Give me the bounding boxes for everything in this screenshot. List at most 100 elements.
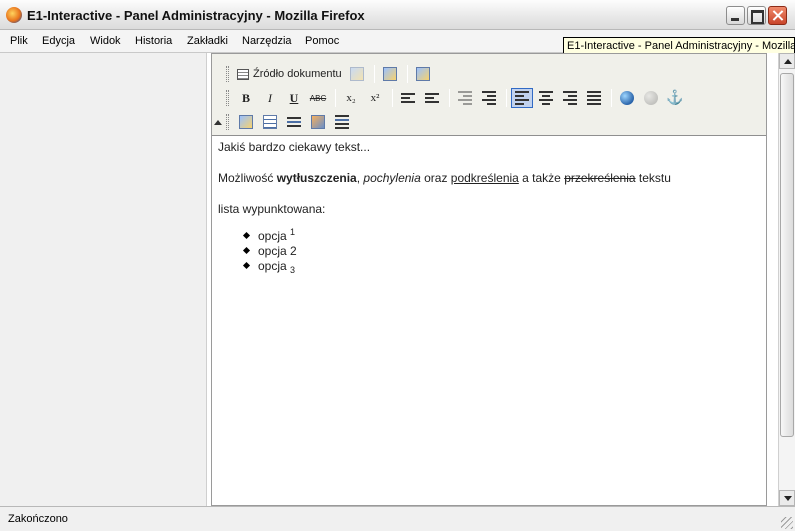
toolbar-separator [373,65,375,83]
table-button[interactable] [259,112,281,132]
paragraph-1: Jakiś bardzo ciekawy tekst... [218,140,371,154]
bold-button[interactable]: B [235,88,257,108]
italic-button[interactable]: I [259,88,281,108]
decrease-indent-button[interactable] [454,88,476,108]
resize-grip-icon[interactable] [781,517,793,529]
text-middle: oraz [420,171,451,185]
text-end: tekstu [635,171,671,185]
special-object-button[interactable] [307,112,329,132]
text-intro: Możliwość [218,171,277,185]
source-document-icon [237,68,249,80]
toolbar-separator [506,89,507,107]
menu-file[interactable]: Plik [10,35,28,47]
menu-help[interactable]: Pomoc [305,35,339,47]
window-title: E1-Interactive - Panel Administracyjny -… [27,8,365,23]
anchor-icon: ⚓ [666,90,684,106]
italic-text: pochylenia [363,171,421,185]
toolbar-grip-icon [226,114,229,130]
paste-word-button[interactable] [412,64,434,84]
superscript-text: 1 [290,227,296,237]
decrease-indent-icon [458,91,472,105]
text-also: a także [518,171,565,185]
bullet-list-button[interactable] [421,88,443,108]
maximize-button[interactable] [747,6,766,25]
toolbar-row-3 [226,111,355,133]
toolbar-grip-icon [226,66,229,82]
superscript-button[interactable]: x² [364,88,386,108]
menu-bookmarks[interactable]: Zakładki [187,35,228,47]
scroll-down-icon[interactable] [779,490,795,506]
align-right-icon [563,91,577,105]
scroll-up-icon[interactable] [779,53,795,69]
page-content: Źródło dokumentu B I U ABC x₂ x² ⚓ Jakiś… [0,53,795,506]
page-break-icon [335,115,349,129]
print-button[interactable] [346,64,368,84]
source-document-label: Źródło dokumentu [253,68,342,80]
left-pane [0,53,207,506]
horizontal-rule-button[interactable] [283,112,305,132]
toolbar-separator [611,89,612,107]
strikethrough-text: przekreślenia [564,171,636,185]
anchor-button[interactable]: ⚓ [664,88,686,108]
increase-indent-button[interactable] [478,88,500,108]
list-heading: lista wypunktowana: [218,202,326,216]
special-object-icon [311,115,325,129]
table-icon [263,115,277,129]
toolbar-separator [449,89,450,107]
toolbar-row-1: Źródło dokumentu [226,63,436,85]
menu-tools[interactable]: Narzędzia [242,35,292,47]
align-center-button[interactable] [535,88,557,108]
strikethrough-button[interactable]: ABC [307,88,329,108]
close-button[interactable] [768,6,787,25]
bullet-list: opcja 1 opcja 2 opcja 3 [258,227,758,275]
unlink-icon [644,91,658,105]
menu-view[interactable]: Widok [90,35,121,47]
editor-toolbar: Źródło dokumentu B I U ABC x₂ x² ⚓ [212,54,766,136]
image-button[interactable] [235,112,257,132]
list-item-text: opcja [258,229,291,243]
align-right-button[interactable] [559,88,581,108]
minimize-button[interactable] [726,6,745,25]
toolbar-separator [392,89,393,107]
preview-button[interactable] [379,64,401,84]
toolbar-separator [406,65,408,83]
unlink-button[interactable] [640,88,662,108]
link-icon [620,91,634,105]
increase-indent-icon [482,91,496,105]
toolbar-grip-icon [226,90,229,106]
underline-button[interactable]: U [283,88,305,108]
status-text: Zakończono [8,513,68,525]
toolbar-separator [335,89,336,107]
horizontal-rule-icon [287,117,301,127]
list-item-text: opcja [258,259,291,273]
bold-text: wytłuszczenia [276,171,357,185]
title-bar: E1-Interactive - Panel Administracyjny -… [0,0,795,30]
vertical-scrollbar[interactable] [778,53,795,506]
preview-icon [382,67,397,81]
firefox-icon [6,7,22,23]
print-icon [349,67,364,81]
align-left-button[interactable] [511,88,533,108]
paste-word-icon [415,67,430,81]
align-center-icon [539,91,553,105]
menu-history[interactable]: Historia [135,35,172,47]
status-bar: Zakończono [0,506,795,531]
menu-edit[interactable]: Edycja [42,35,75,47]
list-item: opcja 2 [258,244,758,259]
subscript-button[interactable]: x₂ [340,88,362,108]
numbered-list-icon [401,93,415,103]
scroll-thumb[interactable] [780,73,794,437]
image-icon [239,115,253,129]
wysiwyg-editor[interactable]: Źródło dokumentu B I U ABC x₂ x² ⚓ Jakiś… [211,53,767,506]
editor-document[interactable]: Jakiś bardzo ciekawy tekst... Możliwość … [218,140,758,275]
paragraph-2: Możliwość wytłuszczenia, pochylenia oraz… [218,171,758,185]
numbered-list-button[interactable] [397,88,419,108]
justify-button[interactable] [583,88,605,108]
page-break-button[interactable] [331,112,353,132]
toolbar-collapse-icon[interactable] [214,120,222,125]
source-document-button[interactable]: Źródło dokumentu [235,64,346,84]
link-button[interactable] [616,88,638,108]
justify-icon [587,91,601,105]
toolbar-row-2: B I U ABC x₂ x² ⚓ [226,87,688,109]
align-left-icon [515,91,529,105]
